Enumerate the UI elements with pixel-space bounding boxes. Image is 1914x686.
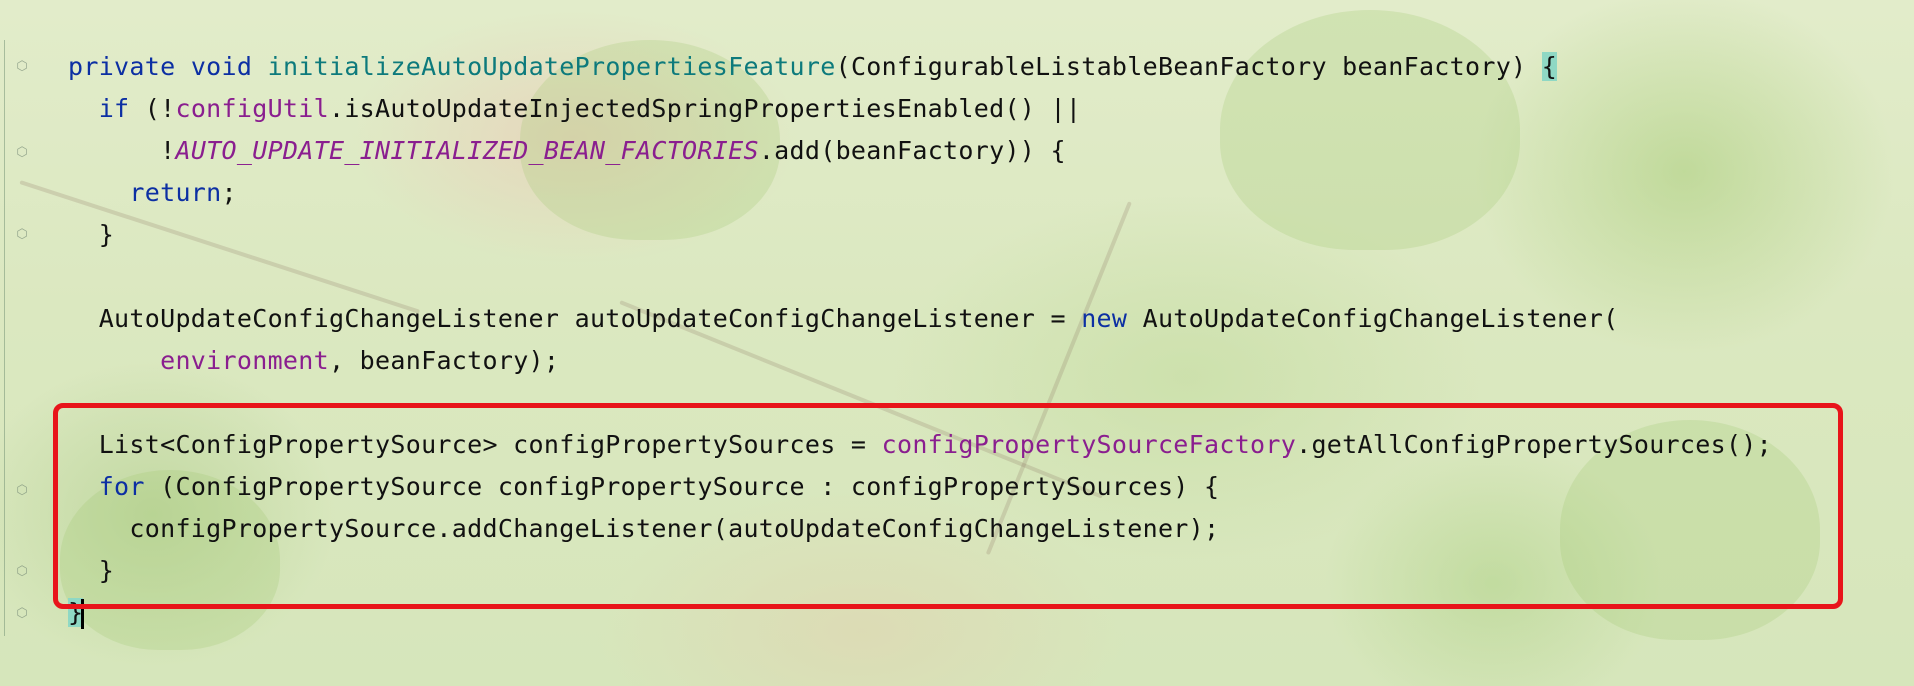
code-token: (! — [129, 94, 176, 123]
code-token: ; — [221, 178, 237, 207]
editor-gutter — [4, 40, 5, 636]
fold-marker-icon[interactable]: ⬡ — [15, 146, 29, 160]
code-line[interactable]: return; — [68, 176, 237, 218]
code-token: (ConfigurableListableBeanFactory beanFac… — [835, 52, 1542, 81]
code-token: return — [129, 178, 222, 207]
code-token: environment — [160, 346, 329, 375]
fold-marker-icon[interactable]: ⬡ — [15, 607, 29, 621]
code-token: , beanFactory); — [328, 346, 560, 375]
code-token: configUtil — [175, 94, 329, 123]
code-token: initializeAutoUpdatePropertiesFeature — [267, 52, 836, 81]
code-token: .isAutoUpdateInjectedSpringPropertiesEna… — [328, 94, 1082, 123]
code-token: void — [190, 52, 253, 81]
code-line[interactable]: AutoUpdateConfigChangeListener autoUpdat… — [68, 302, 1619, 344]
code-token: AUTO_UPDATE_INITIALIZED_BEAN_FACTORIES — [175, 136, 759, 165]
code-token: ! — [160, 136, 176, 165]
code-line[interactable]: if (!configUtil.isAutoUpdateInjectedSpri… — [68, 92, 1081, 134]
code-token: } — [98, 220, 115, 249]
fold-marker-icon[interactable]: ⬡ — [15, 565, 29, 579]
code-line[interactable]: private void initializeAutoUpdatePropert… — [68, 50, 1558, 92]
code-token: if — [98, 94, 130, 123]
code-token: { — [1541, 52, 1558, 81]
background-leaf — [1220, 10, 1520, 250]
code-line[interactable]: !AUTO_UPDATE_INITIALIZED_BEAN_FACTORIES.… — [68, 134, 1066, 176]
code-line[interactable]: } — [68, 218, 114, 260]
code-line[interactable]: environment, beanFactory); — [68, 344, 559, 386]
fold-marker-icon[interactable]: ⬡ — [15, 484, 29, 498]
code-token: AutoUpdateConfigChangeListener( — [1127, 304, 1619, 333]
code-token: new — [1081, 304, 1128, 333]
fold-marker-icon[interactable]: ⬡ — [15, 228, 29, 242]
code-token: AutoUpdateConfigChangeListener autoUpdat… — [98, 304, 1082, 333]
highlight-annotation-box — [53, 403, 1843, 609]
fold-marker-icon[interactable]: ⬡ — [15, 60, 29, 74]
code-token: .add(beanFactory)) { — [758, 136, 1066, 165]
code-token: private — [68, 52, 176, 81]
